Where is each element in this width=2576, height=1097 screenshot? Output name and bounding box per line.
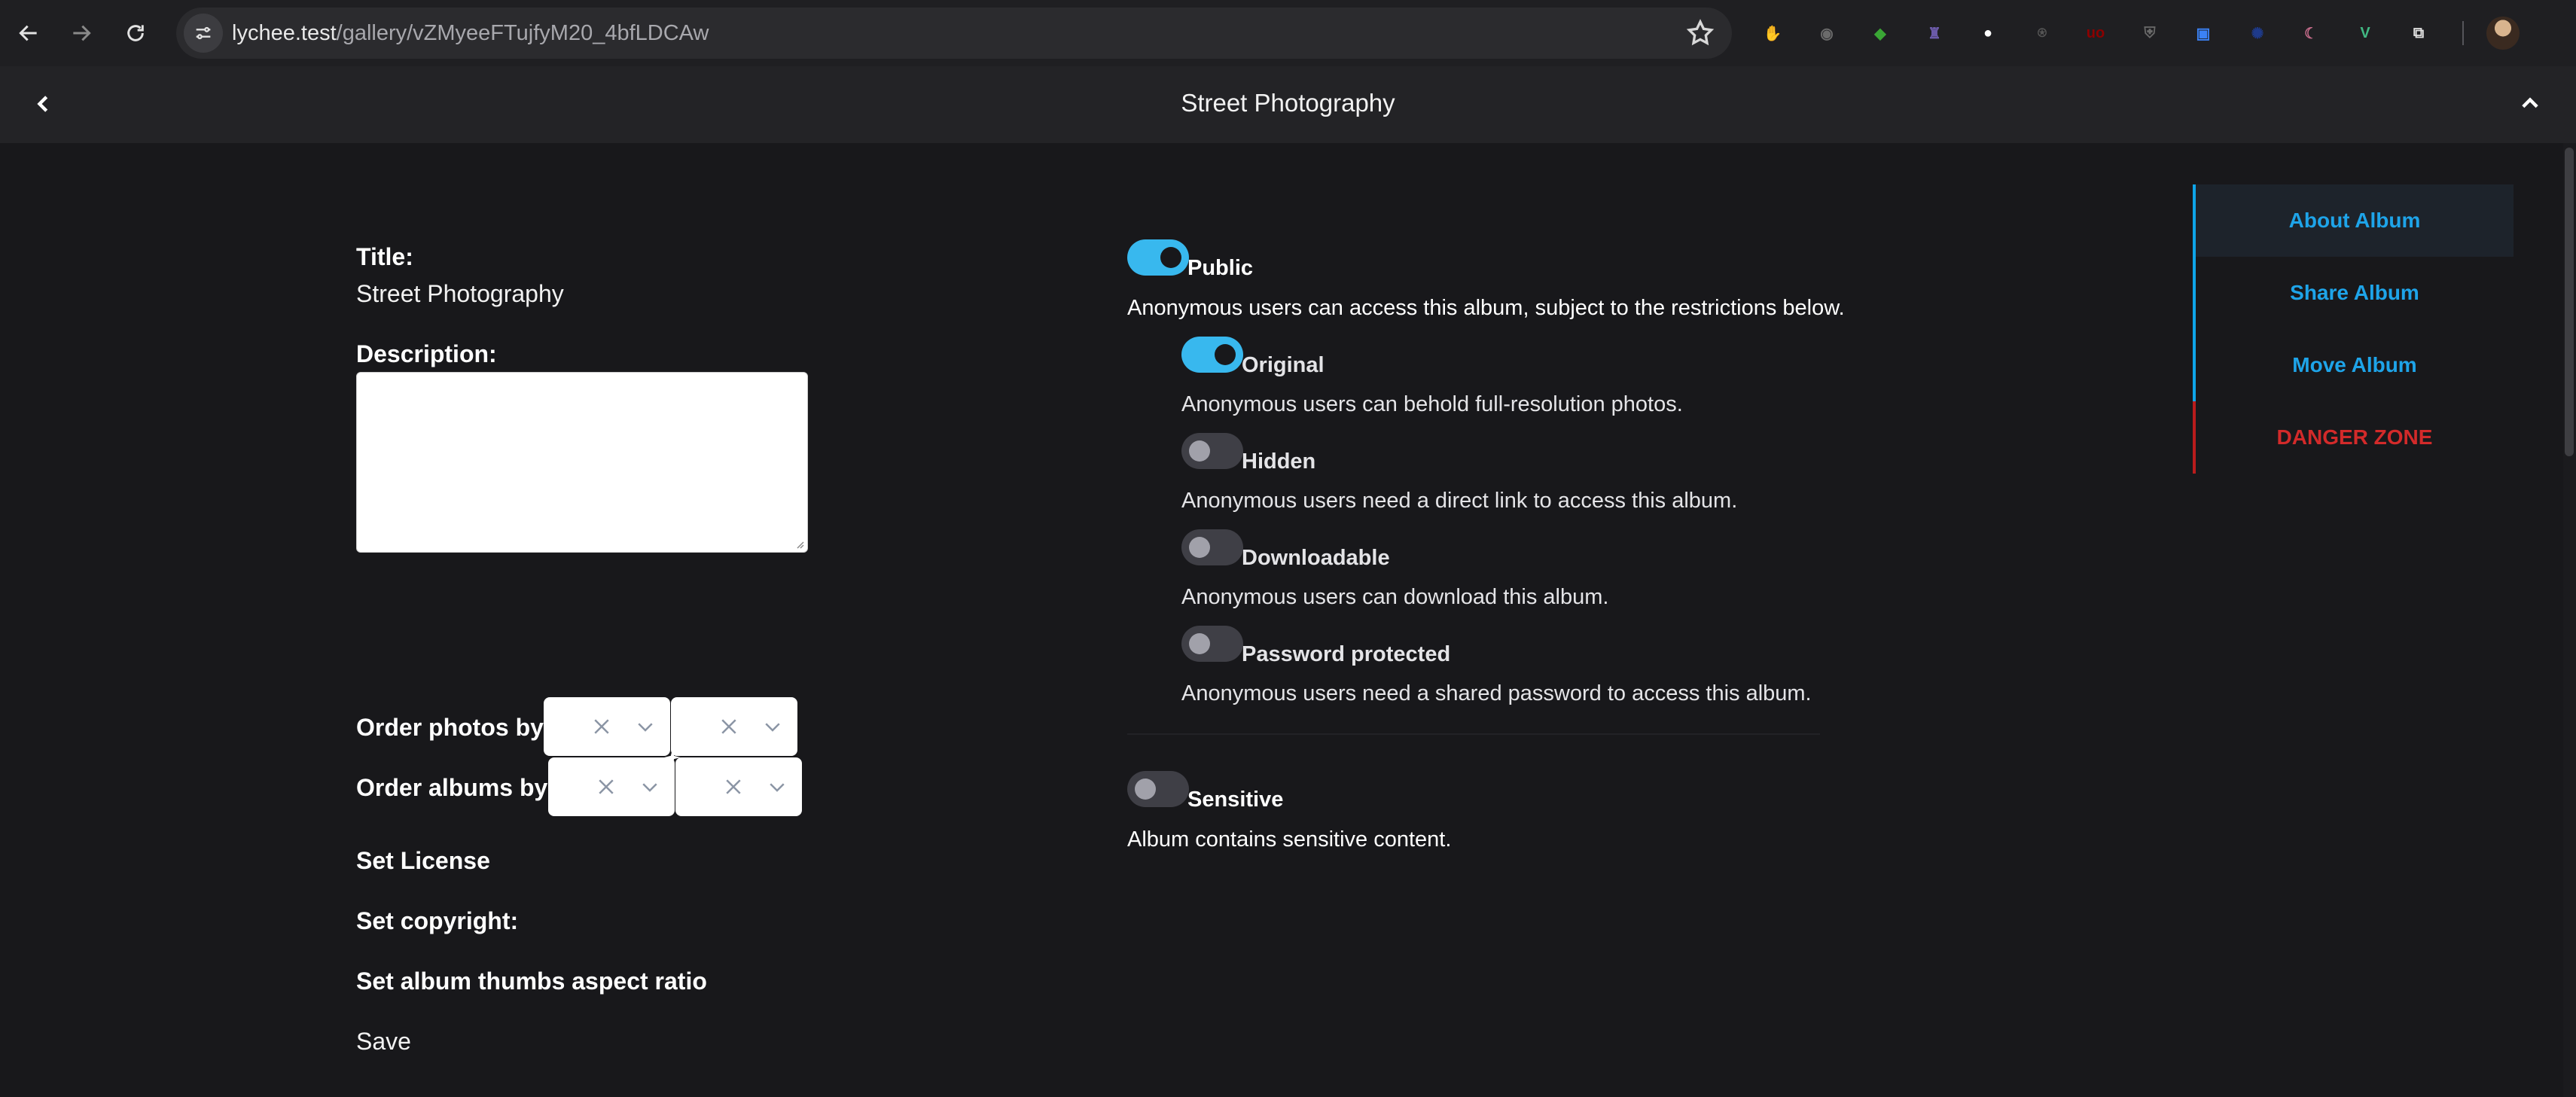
chevron-down-icon[interactable] (761, 715, 784, 738)
toggle-knob (1215, 344, 1236, 365)
browser-toolbar: lychee.test/gallery/vZMyeeFTujfyM20_4bfL… (0, 0, 2576, 66)
url-text: lychee.test/gallery/vZMyeeFTujfyM20_4bfL… (232, 8, 709, 59)
arrow-left-icon (19, 25, 37, 41)
order-albums-column-select[interactable] (548, 757, 675, 816)
toggle-knob (1189, 537, 1210, 558)
toggle-knob (1160, 247, 1181, 268)
nav-move-album[interactable]: Move Album (2193, 329, 2514, 401)
hidden-toggle[interactable] (1181, 433, 1243, 469)
red-dot-extension-icon[interactable]: ● (1973, 18, 2003, 48)
album-title-header: Street Photography (1181, 89, 1395, 117)
password-description: Anonymous users need a shared password t… (1181, 681, 1812, 705)
order-photos-column-select[interactable] (544, 697, 670, 756)
password-title: Password protected (1242, 642, 1451, 666)
sensitive-description: Album contains sensitive content. (1127, 827, 1452, 852)
blue-square-extension-icon[interactable]: ▣ (2188, 18, 2218, 48)
public-description: Anonymous users can access this album, s… (1127, 296, 1845, 320)
clear-icon[interactable] (595, 776, 617, 798)
clear-icon[interactable] (722, 776, 745, 798)
description-label: Description: (356, 340, 497, 367)
chevron-down-icon[interactable] (639, 776, 661, 798)
pink-extension-icon[interactable]: ☾ (2296, 18, 2326, 48)
chevron-down-icon[interactable] (766, 776, 788, 798)
order-albums-direction-select[interactable] (675, 757, 802, 816)
album-side-nav: About Album Share Album Move Album DANGE… (2193, 184, 2514, 474)
green-extension-icon[interactable]: ◆ (1865, 18, 1895, 48)
eyes-extension-icon[interactable]: ◉ (1812, 18, 1842, 48)
sensitive-title: Sensitive (1187, 788, 1284, 812)
order-albums-label: Order albums by (356, 774, 548, 801)
hidden-title: Hidden (1242, 449, 1316, 474)
profile-avatar[interactable] (2486, 17, 2520, 50)
chevron-up-icon (2522, 97, 2538, 108)
password-toggle[interactable] (1181, 626, 1243, 662)
downloadable-description: Anonymous users can download this album. (1181, 585, 1609, 609)
nav-share-album[interactable]: Share Album (2193, 257, 2514, 329)
address-bar[interactable]: lychee.test/gallery/vZMyeeFTujfyM20_4bfL… (176, 8, 1732, 59)
eu-extension-icon[interactable]: ✺ (2242, 18, 2273, 48)
collapse-button[interactable] (2514, 87, 2547, 120)
arrow-right-icon (73, 25, 91, 41)
order-photos-label: Order photos by (356, 714, 544, 741)
sensitive-toggle[interactable] (1127, 771, 1189, 807)
copyright-label[interactable]: Set copyright: (356, 907, 518, 935)
toggle-knob (1189, 440, 1210, 462)
clear-icon[interactable] (590, 715, 613, 738)
vue-extension-icon[interactable]: V (2350, 18, 2380, 48)
browser-back-button[interactable] (8, 12, 50, 54)
reload-icon (127, 25, 144, 41)
downloadable-title: Downloadable (1242, 546, 1390, 570)
original-description: Anonymous users can behold full-resoluti… (1181, 392, 1683, 416)
url-path: /gallery/vZMyeeFTujfyM20_4bfLDCAw (336, 21, 709, 45)
original-title: Original (1242, 353, 1325, 377)
chevron-down-icon[interactable] (634, 715, 657, 738)
nav-danger-zone[interactable]: DANGER ZONE (2193, 401, 2514, 474)
title-label: Title: (356, 243, 413, 270)
title-value[interactable]: Street Photography (356, 280, 564, 308)
public-title: Public (1187, 256, 1254, 280)
nav-about-album[interactable]: About Album (2193, 184, 2514, 257)
scrollbar-thumb[interactable] (2565, 148, 2574, 456)
toggle-knob (1189, 633, 1210, 654)
public-toggle[interactable] (1127, 239, 1189, 276)
original-toggle[interactable] (1181, 337, 1243, 373)
license-label[interactable]: Set License (356, 847, 490, 875)
bookmark-star-icon[interactable] (1685, 18, 1715, 48)
hidden-description: Anonymous users need a direct link to ac… (1181, 489, 1738, 513)
toggle-knob (1135, 779, 1156, 800)
red-hand-extension-icon[interactable]: ✋ (1757, 18, 1788, 48)
downloadable-toggle[interactable] (1181, 529, 1243, 565)
shield-extension-icon[interactable]: ⛨ (2135, 18, 2165, 48)
save-button[interactable]: Save (356, 1028, 411, 1056)
toolbar-divider (2462, 21, 2464, 45)
ublock-extension-icon[interactable]: uo (2081, 18, 2111, 48)
joystick-extension-icon[interactable]: ⍟ (2027, 18, 2057, 48)
puzzle-extension-icon[interactable]: ⧉ (2404, 18, 2434, 48)
app-header: Street Photography (0, 66, 2576, 143)
browser-reload-button[interactable] (114, 12, 157, 54)
order-photos-direction-select[interactable] (671, 697, 797, 756)
description-textarea[interactable] (356, 372, 808, 553)
url-host: lychee.test (232, 21, 337, 45)
resize-grip-icon[interactable] (794, 538, 804, 549)
site-info-button[interactable] (184, 14, 223, 53)
purple-extension-icon[interactable]: ♜ (1919, 18, 1950, 48)
browser-forward-button[interactable] (60, 12, 102, 54)
aspect-ratio-label[interactable]: Set album thumbs aspect ratio (356, 967, 707, 995)
clear-icon[interactable] (718, 715, 740, 738)
tune-icon (196, 26, 211, 40)
section-divider (1127, 733, 1820, 735)
